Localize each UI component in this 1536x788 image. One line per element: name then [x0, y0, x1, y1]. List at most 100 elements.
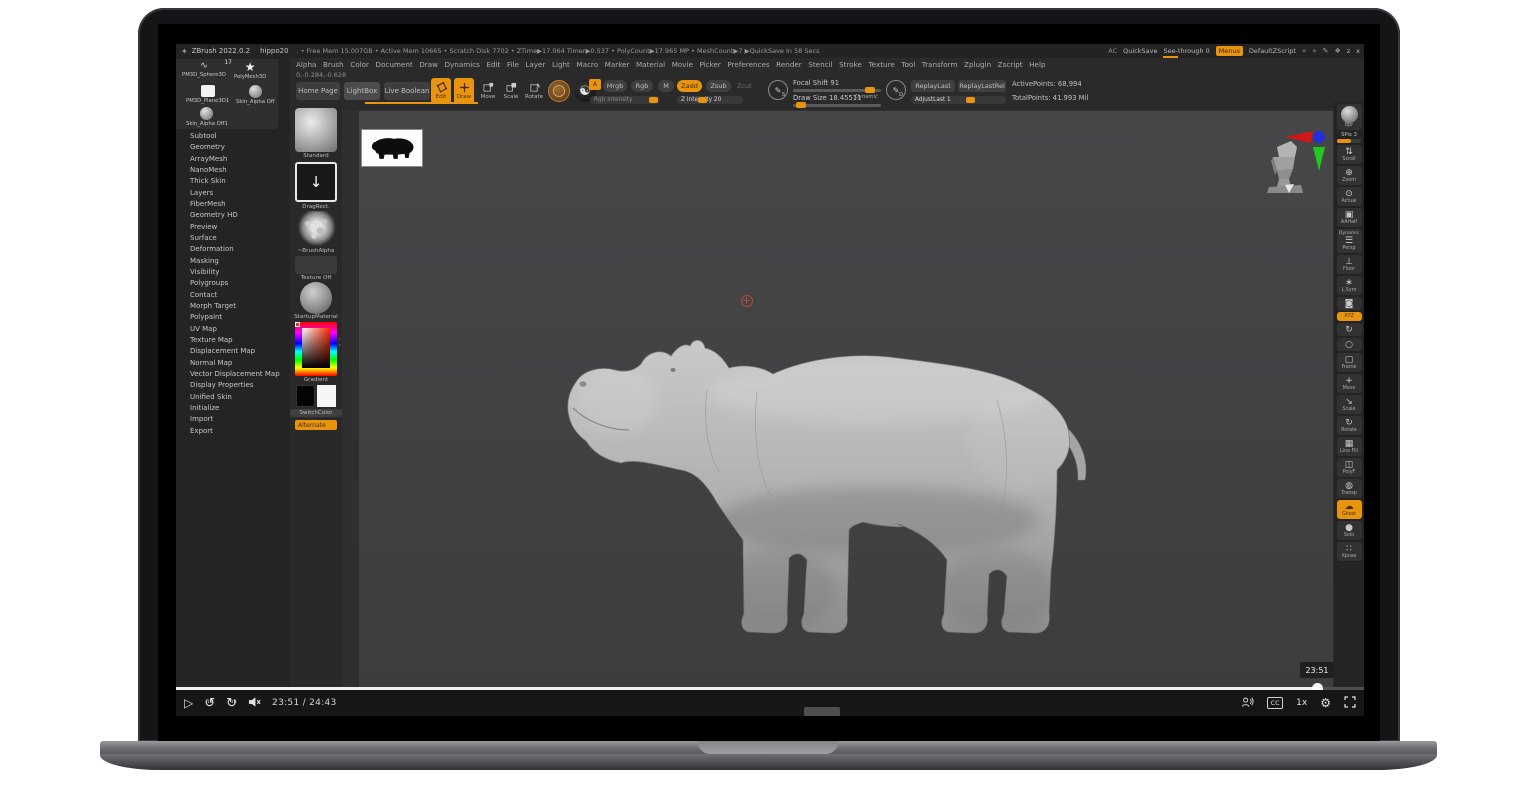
tool-menu-item[interactable]: Visibility — [190, 268, 280, 279]
tool-menu-item[interactable]: Display Properties — [190, 381, 280, 392]
menu-item[interactable]: Dynamics — [444, 60, 479, 69]
right-shelf-button[interactable]: ▢ Frame — [1337, 353, 1362, 372]
edit-button[interactable]: Edit — [431, 78, 451, 104]
tool-menu-item[interactable]: Polygroups — [190, 279, 280, 290]
right-shelf-button[interactable]: ⇅ Scroll — [1337, 145, 1362, 164]
mute-button[interactable] — [248, 696, 261, 710]
right-shelf-button[interactable]: ∷ Xpose — [1337, 542, 1362, 561]
stroke-thumbnail[interactable]: ↓ — [295, 162, 337, 202]
document-thumbnail[interactable] — [361, 129, 423, 167]
right-shelf-button[interactable]: ↻ Rotate — [1337, 416, 1362, 435]
menu-item[interactable]: Alpha — [296, 60, 316, 69]
menu-item[interactable]: Tool — [901, 60, 915, 69]
menu-item[interactable]: Light — [552, 60, 570, 69]
menu-item[interactable]: Material — [636, 60, 665, 69]
stroke-picker-button[interactable]: ✎S — [768, 80, 788, 100]
rotate-button[interactable]: Rotate — [524, 78, 544, 104]
right-shelf-button[interactable]: ↘ Scale — [1337, 395, 1362, 414]
texture-thumbnail[interactable] — [295, 256, 337, 274]
tool-menu-item[interactable]: Contact — [190, 291, 280, 302]
tool-menu-item[interactable]: Deformation — [190, 245, 280, 256]
tool-menu-item[interactable]: Preview — [190, 223, 280, 234]
current-brush-button[interactable] — [548, 80, 570, 102]
slider-handle[interactable] — [796, 102, 806, 108]
tool-menu-item[interactable]: NanoMesh — [190, 166, 280, 177]
right-shelf-button[interactable]: ☁ Ghost — [1337, 500, 1362, 519]
minimize-button[interactable]: z — [1347, 47, 1350, 55]
bpr-button[interactable]: Bpr — [1337, 104, 1362, 130]
spix-slider[interactable]: SPix 3 — [1336, 132, 1362, 143]
color-sv-square[interactable] — [302, 328, 330, 368]
panel-divider-handle[interactable]: ›‹ — [339, 337, 341, 349]
sculpt-canvas[interactable] — [358, 110, 1334, 690]
tool-menu-item[interactable]: Thick Skin — [190, 177, 280, 188]
next-doc-icon[interactable]: » — [1312, 47, 1316, 55]
tool-menu-item[interactable]: Texture Map — [190, 336, 280, 347]
rgb-button[interactable]: Rgb — [631, 80, 653, 92]
menu-item[interactable]: Picker — [699, 60, 720, 69]
tool-thumb-skin-alpha1[interactable]: Skin_Alpha Off1 — [186, 107, 228, 127]
gizmo-z-axis[interactable] — [1313, 131, 1325, 143]
menu-item[interactable]: Preferences — [727, 60, 769, 69]
menu-item[interactable]: Texture — [868, 60, 894, 69]
right-shelf-button[interactable]: ⊙ Actual — [1337, 187, 1362, 206]
menu-item[interactable]: Render — [776, 60, 802, 69]
tool-menu-item[interactable]: Displacement Map — [190, 347, 280, 358]
tool-menu-item[interactable]: UV Map — [190, 325, 280, 336]
tool-menu-item[interactable]: Export — [190, 427, 280, 438]
zadd-button[interactable]: Zadd — [677, 80, 702, 92]
fullscreen-button[interactable] — [1344, 696, 1356, 710]
right-shelf-button[interactable]: + Move — [1337, 374, 1362, 393]
z-intensity-slider[interactable]: Z Intensity 20 — [677, 96, 743, 104]
tool-menu-item[interactable]: Subtool — [190, 132, 280, 143]
lightbox-button[interactable]: LightBox — [344, 82, 380, 100]
menu-item[interactable]: Transform — [922, 60, 958, 69]
see-through-slider[interactable]: See-through 0 — [1163, 47, 1209, 55]
tool-thumb-sphere3d[interactable]: ∿ 17 PM3D_Sphere3D — [182, 61, 226, 78]
right-shelf-button[interactable]: ◫ PolyF — [1337, 458, 1362, 477]
draw-button[interactable]: Draw — [454, 78, 474, 104]
tool-thumb-skin-alpha[interactable]: Skin_Alpha Off — [236, 85, 274, 105]
menu-item[interactable]: Zplugin — [964, 60, 991, 69]
switch-color-button[interactable]: SwitchColor — [290, 409, 342, 417]
ac-toggle[interactable]: AC — [1108, 47, 1117, 55]
zcut-button[interactable]: Zcut — [737, 82, 752, 90]
menu-item[interactable]: Draw — [419, 60, 438, 69]
camera-head-widget[interactable] — [1267, 127, 1331, 193]
menu-item[interactable]: Stroke — [839, 60, 862, 69]
menu-item[interactable]: Color — [350, 60, 369, 69]
settings-gear-button[interactable]: ⚙ — [1320, 697, 1331, 709]
menu-item[interactable]: Zscript — [998, 60, 1023, 69]
adjust-last-slider[interactable]: AdjustLast 1 — [911, 96, 1006, 104]
replay-last-rel-button[interactable]: ReplayLastRel — [958, 80, 1006, 92]
menu-item[interactable]: Movie — [672, 60, 693, 69]
main-color-swatch[interactable] — [296, 385, 315, 407]
grab-icon[interactable]: ✎ — [1323, 47, 1329, 55]
menu-item[interactable]: Document — [375, 60, 412, 69]
secondary-color-swatch[interactable] — [317, 385, 336, 407]
right-shelf-button[interactable]: ○ — [1337, 338, 1362, 351]
live-boolean-button[interactable]: Live Boolean — [384, 82, 430, 100]
tool-menu-item[interactable]: Unified Skin — [190, 393, 280, 404]
close-button[interactable]: x — [1356, 47, 1360, 55]
right-shelf-button[interactable]: ⊕ Zoom — [1337, 166, 1362, 185]
play-button[interactable]: ▷ — [184, 697, 193, 709]
tool-menu-item[interactable]: Initialize — [190, 404, 280, 415]
right-shelf-button[interactable]: ● Solo — [1337, 521, 1362, 540]
material-thumbnail[interactable] — [300, 282, 332, 314]
right-shelf-button[interactable]: ∗ L.Sym — [1337, 276, 1362, 295]
tool-menu-item[interactable]: Masking — [190, 257, 280, 268]
brush-thumbnail[interactable] — [295, 108, 337, 152]
replay-last-button[interactable]: ReplayLast — [911, 80, 955, 92]
tool-menu-item[interactable]: Normal Map — [190, 359, 280, 370]
right-shelf-button[interactable]: ◍ Transp — [1337, 479, 1362, 498]
menu-item[interactable]: Layer — [525, 60, 545, 69]
stroke-replay-button[interactable]: ✎D — [886, 80, 906, 100]
slider-handle[interactable] — [649, 97, 658, 103]
right-shelf-button[interactable]: ↻ — [1337, 323, 1362, 336]
tool-menu-item[interactable]: Surface — [190, 234, 280, 245]
slider-handle[interactable] — [865, 87, 875, 93]
right-shelf-button[interactable]: ▣ AAHalf — [1337, 208, 1362, 227]
tool-thumb-plane3d[interactable]: PM3D_Plane3D1 — [186, 85, 229, 104]
quicksave-button[interactable]: QuickSave — [1123, 47, 1157, 55]
